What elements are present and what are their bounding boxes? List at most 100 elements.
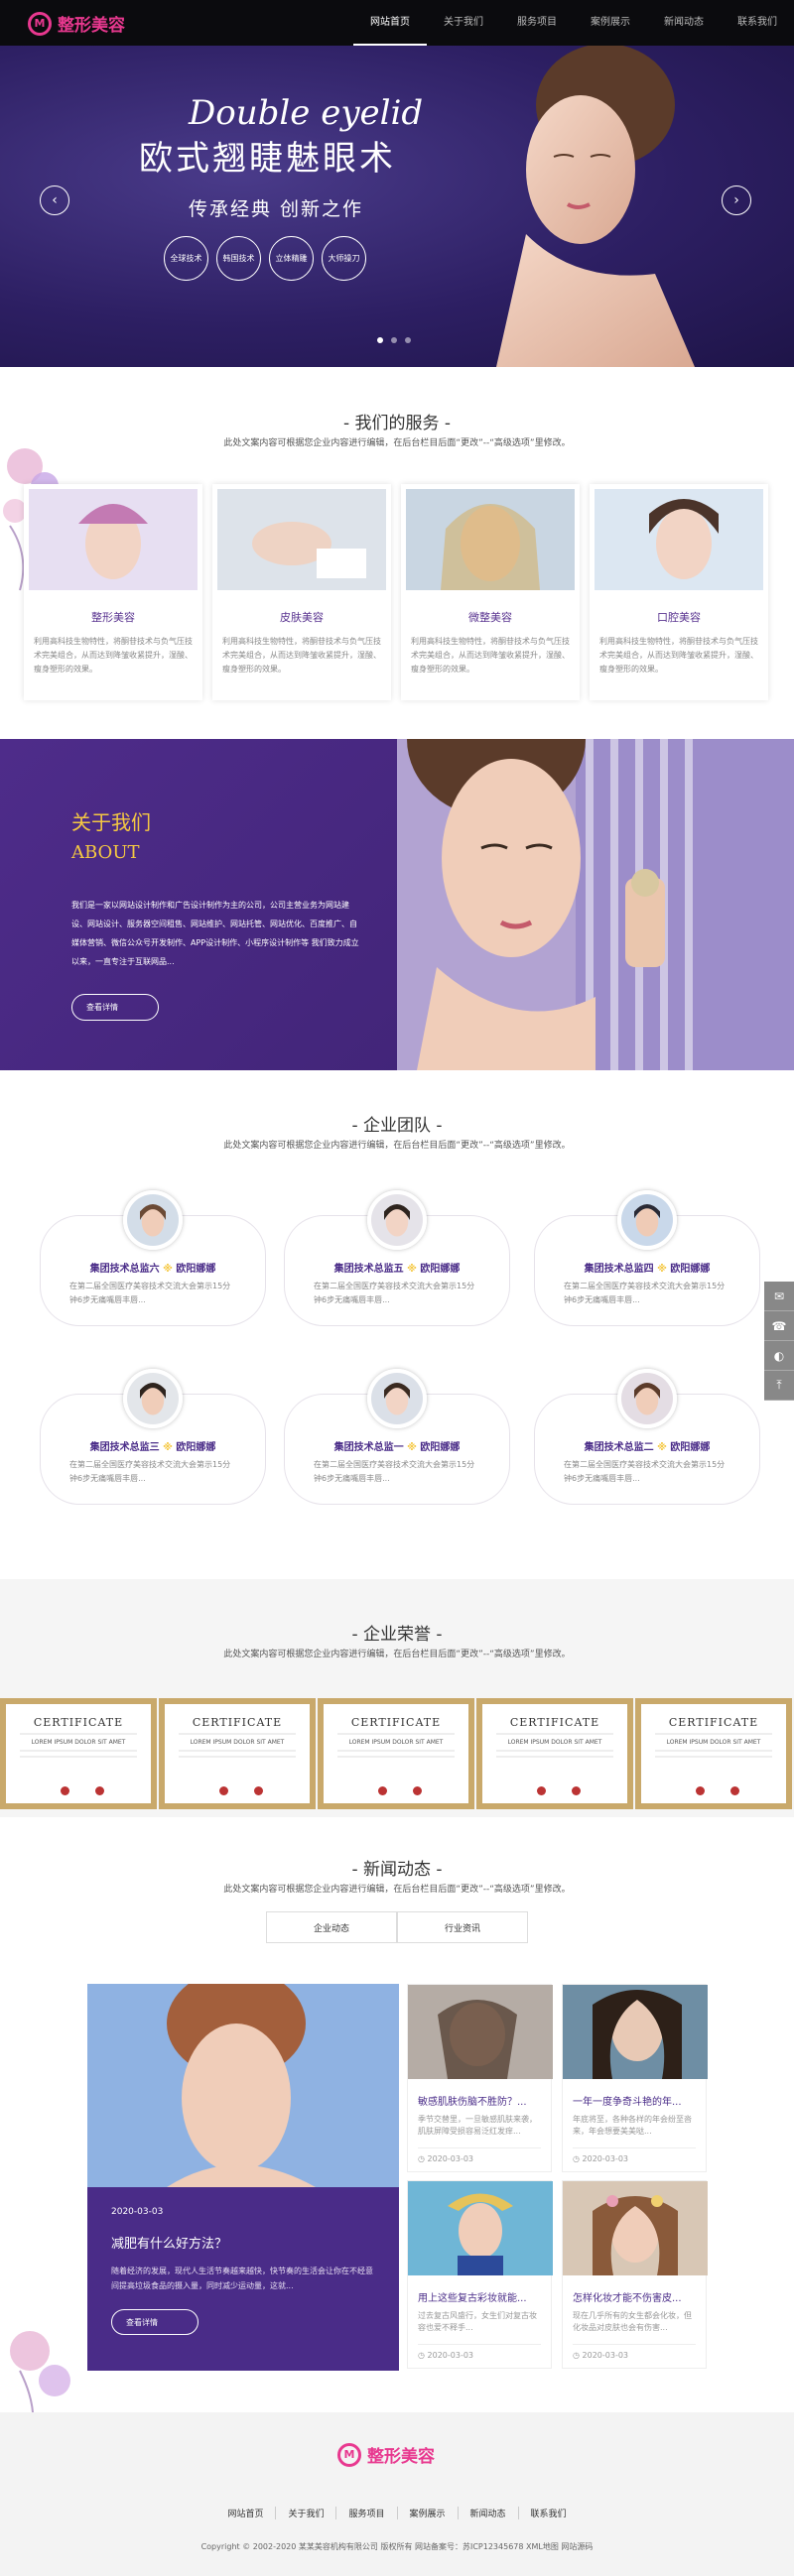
team-member-card[interactable]: 集团技术总监二 ※ 欧阳娜娜 在第二届全国医疗美容技术交流大会第示15分钟6步无… [534,1369,760,1508]
divider [655,1750,772,1752]
honors-title: - 企业荣誉 - [351,1625,443,1645]
footer-nav-contact[interactable]: 联系我们 [519,2507,579,2519]
divider [20,1756,137,1758]
nav-contact[interactable]: 联系我们 [721,0,794,46]
footer-logo-text: 整形美容 [367,2447,435,2467]
service-card[interactable]: 整形美容 利用高科技生物特性，将酮苷技术与负气压技术完美组合，从而达到降皱收紧提… [24,484,202,700]
wechat-icon[interactable]: ◐ [764,1341,794,1371]
tab-industry-news[interactable]: 行业资讯 [397,1911,528,1943]
news-image [563,2181,708,2275]
team-subtitle: 此处文案内容可根据您企业内容进行编辑，在后台栏目后面“更改”--“高级选项”里修… [223,1141,571,1151]
slide-dot[interactable] [377,337,383,343]
team-member-card[interactable]: 集团技术总监六 ※ 欧阳娜娜 在第二届全国医疗美容技术交流大会第示15分钟6步无… [40,1190,266,1329]
footer-nav-home[interactable]: 网站首页 [215,2507,277,2519]
cert-sub: LOREM IPSUM DOLOR SIT AMET [507,1739,602,1746]
news-card[interactable]: 敏感肌肤伤脑不胜防？... 季节交替里，一旦敏感肌肤来袭，肌肤屏障受损容易泛红发… [407,1984,553,2172]
clock-icon: ◷ [418,2351,425,2360]
nav-about[interactable]: 关于我们 [427,0,500,46]
service-card[interactable]: 皮肤美容 利用高科技生物特性，将酮苷技术与负气压技术完美组合，从而达到降皱收紧提… [212,484,391,700]
team-member-name: 集团技术总监三 ※ 欧阳娜娜 [40,1438,266,1453]
divider [496,1750,613,1752]
about-section: 关于我们 ABOUT 我们是一家以网站设计制作和广告设计制作为主的公司，公司主营… [0,739,794,1070]
featured-news-title: 减肥有什么好方法？ [111,2237,228,2252]
about-more-button[interactable]: 查看详情 [71,994,159,1021]
team-member-card[interactable]: 集团技术总监一 ※ 欧阳娜娜 在第二届全国医疗美容技术交流大会第示15分钟6步无… [284,1369,510,1508]
next-slide-icon[interactable]: › [722,185,751,215]
news-title: 敏感肌肤伤脑不胜防？... [418,2097,527,2108]
footer-nav-news[interactable]: 新闻动态 [459,2507,519,2519]
news-date-text: 2020-03-03 [582,2154,629,2163]
news-date-text: 2020-03-03 [427,2351,474,2360]
slide-dot[interactable] [405,337,411,343]
cert-title: CERTIFICATE [509,1716,600,1729]
news-card[interactable]: 用上这些复古彩妆就能... 过去复古风盛行，女生们对复古妆容也爱不释手... ◷… [407,2180,553,2369]
service-desc: 利用高科技生物特性，将酮苷技术与负气压技术完美组合，从而达到降皱收紧提升，湿酸、… [411,637,570,674]
tab-company-news[interactable]: 企业动态 [266,1911,397,1943]
nav-news[interactable]: 新闻动态 [647,0,721,46]
side-toolbar: ✉ ☎ ◐ ⤒ [764,1282,794,1401]
featured-news-more-button[interactable]: 查看详情 [111,2309,198,2335]
banner-script-title: Double eyelid [189,93,424,133]
certificate[interactable]: CERTIFICATE LOREM IPSUM DOLOR SIT AMET [318,1698,474,1809]
team-name: 欧阳娜娜 [176,1442,216,1453]
team-member-card[interactable]: 集团技术总监四 ※ 欧阳娜娜 在第二届全国医疗美容技术交流大会第示15分钟6步无… [534,1190,760,1329]
divider [179,1750,296,1752]
news-title: 用上这些复古彩妆就能... [418,2293,527,2304]
seal-icon [95,1786,104,1795]
news-image [408,2181,553,2275]
news-date-text: 2020-03-03 [427,2154,474,2163]
team-name: 欧阳娜娜 [670,1264,711,1275]
nav-cases[interactable]: 案例展示 [574,0,647,46]
certificate[interactable]: CERTIFICATE LOREM IPSUM DOLOR SIT AMET [635,1698,792,1809]
avatar [123,1190,183,1250]
nav-home[interactable]: 网站首页 [353,0,427,46]
divider [655,1733,772,1735]
team-role: 集团技术总监一 [333,1442,404,1453]
team-role: 集团技术总监四 [584,1264,654,1275]
seal-icon [219,1786,228,1795]
team-member-name: 集团技术总监五 ※ 欧阳娜娜 [284,1260,510,1275]
seal-icon [61,1786,69,1795]
service-card[interactable]: 口腔美容 利用高科技生物特性，将酮苷技术与负气压技术完美组合，从而达到降皱收紧提… [590,484,768,700]
phone-icon[interactable]: ☎ [764,1311,794,1341]
seal-icon [378,1786,387,1795]
service-title: 微整美容 [468,611,512,624]
logo[interactable]: M 整形美容 [28,11,125,36]
team-member-card[interactable]: 集团技术总监三 ※ 欧阳娜娜 在第二届全国医疗美容技术交流大会第示15分钟6步无… [40,1369,266,1508]
team-member-desc: 在第二届全国医疗美容技术交流大会第示15分钟6步无痛嘴唇丰唇... [564,1282,726,1304]
nav-services[interactable]: 服务项目 [500,0,574,46]
certificate[interactable]: CERTIFICATE LOREM IPSUM DOLOR SIT AMET [159,1698,316,1809]
team-role: 集团技术总监二 [584,1442,654,1453]
service-title: 口腔美容 [657,611,701,624]
service-title: 整形美容 [91,611,135,624]
news-card[interactable]: 一年一度争奇斗艳的年... 年底将至，各种各样的年会纷至沓来，年会想要美美哒..… [562,1984,708,2172]
footer-logo[interactable]: M 整形美容 [337,2442,435,2467]
footer-nav-cases[interactable]: 案例展示 [398,2507,459,2519]
news-title: - 新闻动态 - [351,1860,443,1880]
team-role: 集团技术总监六 [89,1264,160,1275]
team-member-desc: 在第二届全国医疗美容技术交流大会第示15分钟6步无痛嘴唇丰唇... [314,1282,475,1304]
banner-badges: 全球技术 韩国技术 立体精雕 大师操刀 [164,236,366,281]
footer-nav-services[interactable]: 服务项目 [336,2507,398,2519]
divider [179,1733,296,1735]
avatar [367,1369,427,1428]
about-subtitle: ABOUT [71,842,140,863]
team-member-desc: 在第二届全国医疗美容技术交流大会第示15分钟6步无痛嘴唇丰唇... [564,1460,726,1483]
divider [655,1756,772,1758]
team-member-card[interactable]: 集团技术总监五 ※ 欧阳娜娜 在第二届全国医疗美容技术交流大会第示15分钟6步无… [284,1190,510,1329]
team-role: 集团技术总监五 [333,1264,404,1275]
certificate[interactable]: CERTIFICATE LOREM IPSUM DOLOR SIT AMET [0,1698,157,1809]
prev-slide-icon[interactable]: ‹ [40,185,69,215]
news-image [408,1985,553,2079]
back-to-top-icon[interactable]: ⤒ [764,1371,794,1401]
news-card[interactable]: 怎样化妆才能不伤害皮... 现在几乎所有的女生都会化妆，但化妆品对皮肤也会有伤害… [562,2180,708,2369]
news-date: ◷ 2020-03-03 [573,2344,696,2360]
featured-news[interactable]: 2020-03-03 减肥有什么好方法？ 随着经济的发展，现代人生活节奏越来越快… [87,1984,399,2371]
slide-dot[interactable] [391,337,397,343]
certificate[interactable]: CERTIFICATE LOREM IPSUM DOLOR SIT AMET [476,1698,633,1809]
divider [496,1733,613,1735]
footer-nav-about[interactable]: 关于我们 [276,2507,337,2519]
service-card[interactable]: 微整美容 利用高科技生物特性，将酮苷技术与负气压技术完美组合，从而达到降皱收紧提… [401,484,580,700]
about-text: 我们是一家以网站设计制作和广告设计制作为主的公司，公司主营业务为网站建设、网站设… [71,901,359,966]
qq-icon[interactable]: ✉ [764,1282,794,1311]
